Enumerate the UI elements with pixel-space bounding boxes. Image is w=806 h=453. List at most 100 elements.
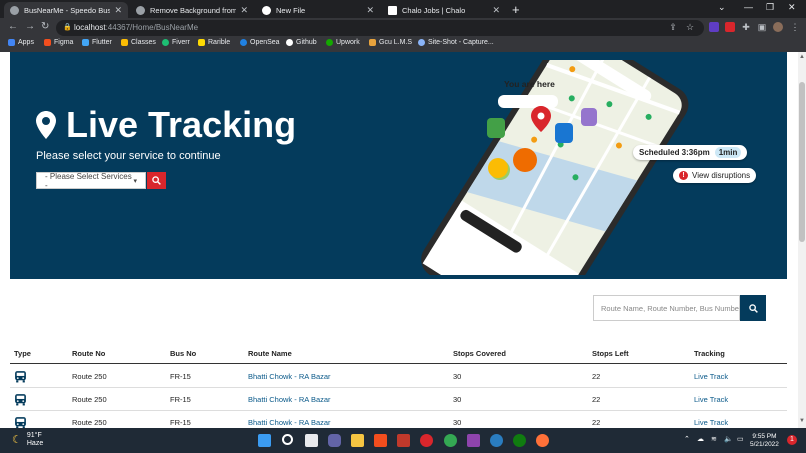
column-header-route-name: Route Name — [248, 349, 292, 358]
close-tab-icon[interactable]: ✕ — [492, 5, 500, 16]
close-tab-icon[interactable]: ✕ — [366, 5, 374, 16]
column-header-tracking: Tracking — [694, 349, 725, 358]
app-icon[interactable] — [490, 434, 503, 447]
route-no: Route 250 — [72, 395, 107, 404]
bookmark-flutter[interactable]: Flutter — [82, 39, 112, 46]
maximize-icon[interactable]: ❐ — [766, 2, 774, 13]
bookmark-opensea[interactable]: OpenSea — [240, 39, 280, 46]
route-name-link[interactable]: Bhatti Chowk - RA Bazar — [248, 418, 331, 427]
notification-badge[interactable]: 1 — [787, 435, 797, 445]
globe-icon — [10, 5, 19, 15]
bookmark-upwork[interactable]: Upwork — [326, 39, 360, 46]
reload-icon[interactable]: ↻ — [41, 21, 49, 32]
windows-start-icon[interactable] — [258, 434, 271, 447]
bus-icon — [15, 371, 26, 383]
address-bar[interactable]: 🔒 localhost:44367/Home/BusNearMe — [56, 20, 704, 36]
classes-icon — [121, 39, 128, 46]
bookmark-star-icon[interactable]: ☆ — [685, 22, 695, 32]
cloud-icon[interactable]: ☁ — [697, 435, 704, 443]
visual-studio-icon[interactable] — [467, 434, 480, 447]
bookmark-gcu-lms[interactable]: Gcu L.M.S — [369, 39, 412, 46]
bookmark-github[interactable]: Github — [286, 39, 317, 46]
file-explorer-icon[interactable] — [351, 434, 364, 447]
bookmark-site-shot[interactable]: Site-Shot - Capture... — [418, 39, 494, 46]
bookmark-figma[interactable]: Figma — [44, 39, 73, 46]
extension-icon[interactable] — [709, 22, 719, 32]
close-tab-icon[interactable]: ✕ — [114, 5, 122, 16]
route-name-link[interactable]: Bhatti Chowk - RA Bazar — [248, 372, 331, 381]
search-icon[interactable] — [282, 434, 293, 445]
clock[interactable]: 9:55 PM 5/21/2022 — [750, 433, 779, 449]
back-icon[interactable]: ← — [8, 21, 18, 32]
service-search-button[interactable] — [147, 172, 166, 189]
chalo-icon — [388, 5, 397, 15]
bus-no: FR-15 — [170, 395, 191, 404]
bus-no: FR-15 — [170, 418, 191, 427]
volume-icon[interactable]: 🔈 — [724, 435, 733, 443]
route-search-input[interactable]: Route Name, Route Number, Bus Number — [593, 295, 740, 321]
stops-left: 22 — [592, 418, 601, 427]
hero-banner: Live Tracking Please select your service… — [10, 52, 787, 279]
table-row: Route 250 FR-15 Bhatti Chowk - RA Bazar … — [10, 388, 787, 411]
route-name-link[interactable]: Bhatti Chowk - RA Bazar — [248, 395, 331, 404]
close-tab-icon[interactable]: ✕ — [240, 5, 248, 16]
extensions-puzzle-icon[interactable]: ✚ — [741, 22, 751, 32]
tab-remove-background[interactable]: Remove Background from Image... ✕ — [130, 2, 254, 18]
service-select[interactable]: - Please Select Services - ▾ — [36, 172, 146, 190]
recorder-icon[interactable] — [420, 434, 433, 447]
share-icon[interactable]: ⇪ — [668, 22, 678, 32]
task-view-icon[interactable] — [305, 434, 318, 447]
live-track-link[interactable]: Live Track — [694, 372, 728, 381]
menu-kebab-icon[interactable]: ⋮ — [790, 22, 800, 32]
bookmark-fiverr[interactable]: Fiverr — [162, 39, 190, 46]
live-track-link[interactable]: Live Track — [694, 418, 728, 427]
side-panel-icon[interactable]: ▣ — [757, 22, 767, 32]
firefox-icon[interactable] — [536, 434, 549, 447]
column-header-stops-left: Stops Left — [592, 349, 629, 358]
route-search-button[interactable] — [740, 295, 766, 321]
bookmark-apps[interactable]: Apps — [8, 39, 34, 46]
hero-subtitle: Please select your service to continue — [36, 150, 221, 162]
tab-new-file[interactable]: New File ✕ — [256, 2, 380, 18]
phone-map-illustration: You are here Scheduled 3:36pm 1min ! Vie… — [385, 52, 765, 279]
browser-tab-strip: BusNearMe - Speedo Bus Faciliti... ✕ Rem… — [0, 0, 806, 18]
figma-icon[interactable] — [374, 434, 387, 447]
bus-icon — [15, 417, 26, 428]
stops-left: 22 — [592, 395, 601, 404]
teams-chat-icon[interactable] — [328, 434, 341, 447]
tab-busnearme[interactable]: BusNearMe - Speedo Bus Faciliti... ✕ — [4, 2, 128, 18]
bookmark-rarible[interactable]: Rarible — [198, 39, 230, 46]
extension-icon[interactable] — [725, 22, 735, 32]
scrollbar-thumb[interactable] — [799, 82, 805, 242]
xbox-icon[interactable] — [513, 434, 526, 447]
page-content: Live Tracking Please select your service… — [0, 52, 798, 428]
chrome-icon[interactable] — [444, 434, 457, 447]
wifi-icon[interactable]: ≋ — [711, 435, 717, 443]
weather-widget[interactable]: ☾ 91°F Haze — [12, 432, 43, 448]
profile-avatar[interactable] — [773, 22, 783, 32]
header-divider — [10, 363, 787, 364]
tab-search-chevron-icon[interactable]: ⌄ — [718, 2, 726, 13]
search-icon — [152, 176, 161, 185]
flutter-icon — [82, 39, 89, 46]
github-icon — [262, 5, 271, 15]
scroll-down-arrow-icon[interactable]: ▼ — [798, 418, 806, 424]
forward-icon[interactable]: → — [25, 21, 35, 32]
battery-icon[interactable]: ▭ — [737, 435, 744, 443]
new-tab-button[interactable]: + — [512, 2, 520, 17]
bookmark-classes[interactable]: Classes — [121, 39, 156, 46]
tab-chalo-jobs[interactable]: Chalo Jobs | Chalo ✕ — [382, 2, 506, 18]
live-track-link[interactable]: Live Track — [694, 395, 728, 404]
close-window-icon[interactable]: ✕ — [788, 2, 796, 13]
fiverr-icon — [162, 39, 169, 46]
lock-icon: 🔒 — [63, 24, 72, 31]
app-icon[interactable] — [397, 434, 410, 447]
chevron-up-icon[interactable]: ⌃ — [684, 435, 690, 443]
table-row: Route 250 FR-15 Bhatti Chowk - RA Bazar … — [10, 365, 787, 388]
page-scrollbar[interactable]: ▲ ▼ — [798, 52, 806, 428]
minimize-icon[interactable]: — — [744, 2, 753, 12]
opensea-icon — [240, 39, 247, 46]
location-pin-icon — [36, 111, 56, 139]
bus-no: FR-15 — [170, 372, 191, 381]
scroll-up-arrow-icon[interactable]: ▲ — [798, 54, 806, 60]
